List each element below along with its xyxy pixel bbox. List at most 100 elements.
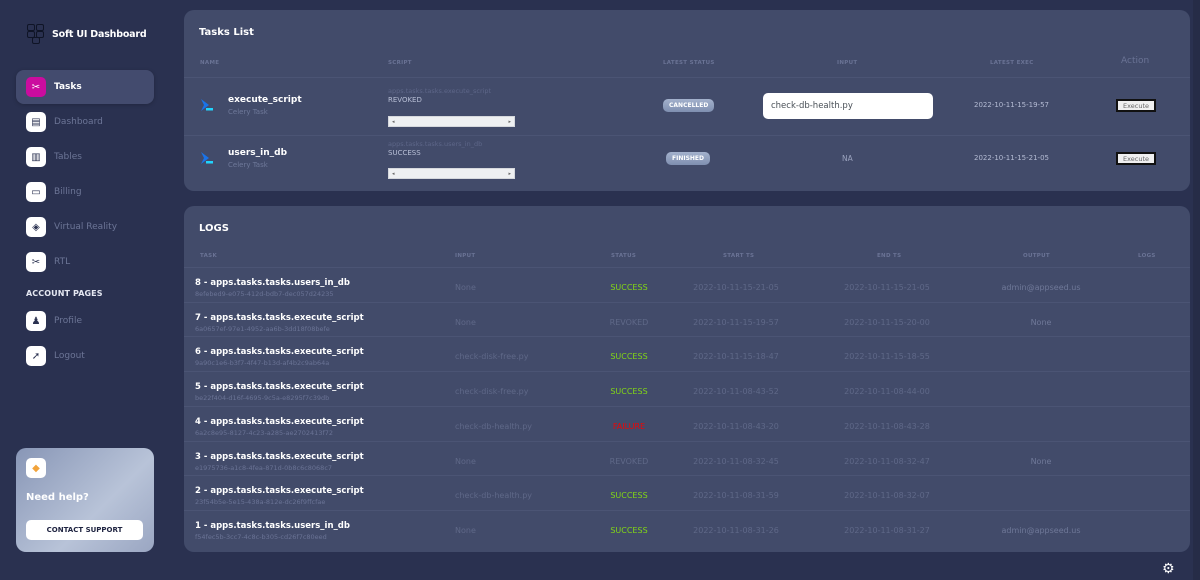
view-logs-link[interactable] (1126, 526, 1172, 534)
log-start-ts: 2022-10-11-08-31-59 (693, 491, 779, 501)
sidebar-item-billing[interactable]: ▭ Billing (16, 175, 154, 209)
log-task-id: 6a2c8e95-8127-4c23-a285-ae2702413f72 (195, 428, 334, 437)
column-header-script: SCRIPT (388, 60, 412, 66)
view-logs-link[interactable] (1126, 387, 1172, 395)
task-script: apps.tasks.tasks.execute_script (388, 87, 492, 95)
column-header-name: NAME (200, 60, 220, 66)
log-start-ts: 2022-10-11-15-21-05 (693, 283, 779, 292)
scroll-left-arrow-icon[interactable]: ◂ (392, 171, 395, 177)
sidebar-item-dashboard[interactable]: ▤ Dashboard (16, 105, 154, 139)
row-divider (184, 135, 1190, 136)
scroll-right-arrow-icon[interactable]: ▸ (508, 119, 511, 125)
log-task-name: 2 - apps.tasks.tasks.execute_script (195, 486, 364, 497)
row-divider (184, 509, 1190, 511)
task-name: execute_script (228, 95, 302, 105)
log-status: FAILURE (612, 421, 646, 431)
log-input: None (455, 456, 476, 466)
script-scrollbar[interactable]: ◂ ▸ (388, 116, 515, 127)
log-task-id: 6a0657ef-97e1-4952-aa6b-3dd18f08befe (195, 324, 330, 333)
view-logs-link[interactable] (1126, 352, 1172, 360)
status-badge: FINISHED (666, 152, 711, 165)
log-end-ts: 2022-10-11-08-32-07 (844, 491, 930, 501)
sidebar-item-label: RTL (54, 257, 71, 267)
script-scrollbar[interactable]: ◂ ▸ (388, 168, 515, 179)
task-script: apps.tasks.tasks.users_in_db (388, 140, 483, 148)
log-task-name: 8 - apps.tasks.tasks.users_in_db (195, 278, 350, 288)
execute-button[interactable]: Execute (1116, 152, 1156, 165)
page-scrollbar[interactable] (1193, 0, 1200, 580)
sidebar-item-label: Billing (54, 187, 82, 197)
task-input-field[interactable] (763, 93, 933, 119)
sidebar-item-logout[interactable]: ➚ Logout (16, 339, 154, 373)
log-output: None (1030, 456, 1052, 466)
task-name: users_in_db (228, 148, 288, 158)
log-task-name: 5 - apps.tasks.tasks.execute_script (195, 382, 364, 393)
sidebar-item-profile[interactable]: ♟ Profile (16, 304, 154, 338)
log-input: check-disk-free.py (455, 352, 529, 362)
sidebar-item-label: Tasks (54, 82, 82, 92)
credit-card-icon: ▭ (26, 182, 46, 202)
office-icon: ▥ (26, 147, 46, 167)
execute-button[interactable]: Execute (1116, 99, 1156, 112)
log-task-name: 3 - apps.tasks.tasks.execute_script (195, 451, 364, 462)
row-divider (184, 336, 1190, 338)
log-task-name: 6 - apps.tasks.tasks.execute_script (195, 347, 364, 358)
contact-support-button[interactable]: CONTACT SUPPORT (26, 520, 143, 540)
account-pages-heading: ACCOUNT PAGES (26, 289, 103, 298)
log-start-ts: 2022-10-11-08-31-26 (693, 525, 779, 535)
view-logs-link[interactable] (1126, 283, 1172, 291)
log-task-id: 8efebed9-e075-412d-bdb7-dec057d24235 (195, 290, 334, 298)
scroll-left-arrow-icon[interactable]: ◂ (392, 119, 395, 125)
log-output: admin@appseed.us (1001, 525, 1081, 535)
log-output: admin@appseed.us (1001, 283, 1081, 292)
column-header-logs: LOGS (1138, 253, 1156, 259)
help-card: ◆ Need help? CONTACT SUPPORT (16, 448, 154, 552)
sidebar-item-label: Virtual Reality (54, 222, 118, 232)
column-header-latest-status: LATEST STATUS (663, 60, 715, 66)
latest-exec: 2022-10-11-15-21-05 (974, 154, 1049, 162)
sidebar-nav: ✂ Tasks ▤ Dashboard ▥ Tables ▭ Billing ◈… (16, 70, 154, 374)
sidebar-item-rtl[interactable]: ✂ RTL (16, 245, 154, 279)
task-state: REVOKED (388, 96, 422, 104)
task-input-value: NA (842, 154, 853, 163)
row-divider (184, 371, 1190, 373)
shop-icon: ▤ (26, 112, 46, 132)
log-status: SUCCESS (610, 283, 648, 292)
log-task-name: 7 - apps.tasks.tasks.execute_script (195, 312, 364, 323)
view-logs-link[interactable] (1126, 491, 1172, 499)
gear-icon[interactable]: ⚙ (1162, 561, 1175, 577)
log-task-id: 9a90c1e6-b3f7-4f47-b13d-af4b2c9ab64a (195, 359, 330, 368)
latest-exec: 2022-10-11-15-19-57 (974, 101, 1049, 109)
column-header-end-ts: END TS (877, 253, 902, 259)
log-status: SUCCESS (610, 491, 648, 501)
status-badge: CANCELLED (663, 99, 715, 112)
log-status: SUCCESS (610, 525, 648, 535)
brand[interactable]: Soft UI Dashboard (27, 24, 147, 44)
view-logs-link[interactable] (1126, 318, 1172, 326)
tasks-list-card: Tasks List NAME SCRIPT LATEST STATUS INP… (184, 10, 1190, 191)
settings-icon: ✂ (26, 252, 46, 272)
log-input: check-db-health.py (455, 421, 533, 431)
log-task-id: 23f54b5e-5e15-438a-812e-dc26f9ffcfae (195, 498, 326, 507)
log-end-ts: 2022-10-11-08-44-00 (844, 387, 930, 397)
sidebar-item-label: Tables (54, 152, 82, 162)
scroll-right-arrow-icon[interactable]: ▸ (508, 171, 511, 177)
view-logs-link[interactable] (1126, 422, 1172, 430)
row-divider (184, 301, 1190, 303)
sidebar-item-tasks[interactable]: ✂ Tasks (16, 70, 154, 104)
rocket-icon: ➚ (26, 346, 46, 366)
tasks-list-title: Tasks List (199, 27, 254, 38)
wrench-icon: ✂ (26, 77, 46, 97)
log-output: None (1030, 317, 1052, 327)
log-task-name: 1 - apps.tasks.tasks.users_in_db (195, 520, 350, 531)
log-task-id: f54fec5b-3cc7-4c8c-b305-cd26f7c80eed (195, 532, 327, 541)
log-end-ts: 2022-10-11-15-21-05 (844, 283, 930, 292)
log-input: None (455, 525, 476, 535)
sidebar-item-label: Profile (54, 316, 82, 326)
sidebar-item-virtual-reality[interactable]: ◈ Virtual Reality (16, 210, 154, 244)
log-input: None (455, 283, 476, 292)
log-end-ts: 2022-10-11-15-20-00 (844, 317, 930, 327)
sidebar-item-tables[interactable]: ▥ Tables (16, 140, 154, 174)
view-logs-link[interactable] (1126, 457, 1172, 465)
column-header-output: OUTPUT (1023, 253, 1050, 259)
